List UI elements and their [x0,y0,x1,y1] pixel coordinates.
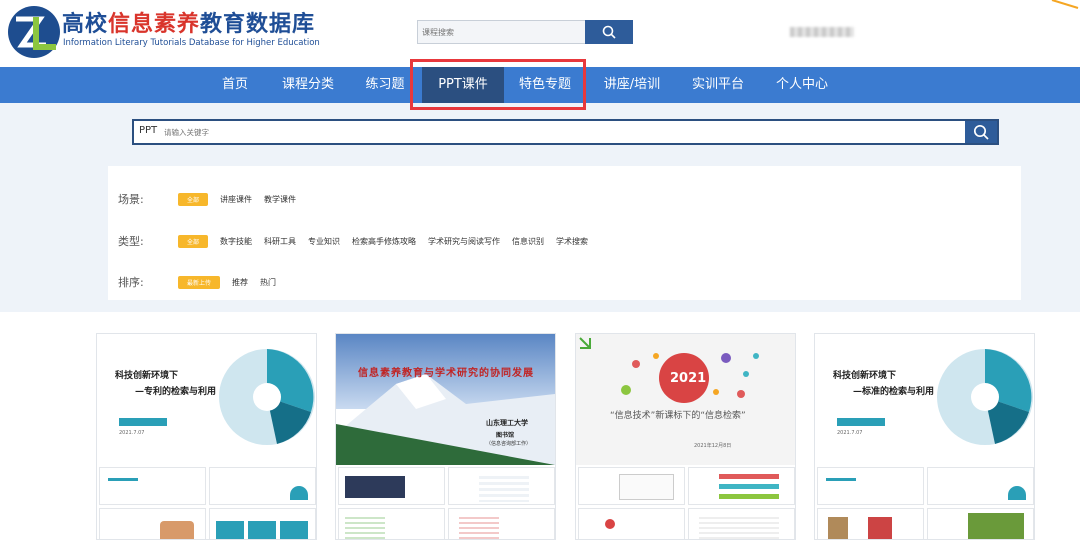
filter-label-type: 类型: [118,235,144,248]
card-cover: 科技创新环境下 —标准的检索与利用 2021.7.07 [815,334,1034,465]
filter-tag-type-info-identify[interactable]: 信息识别 [512,236,544,247]
pie-graphic [219,349,315,445]
ppt-card[interactable]: 2021 “信息技术”新课标下的“信息检索” 2021年12月8日 [575,333,796,540]
sort-tag-popular[interactable]: 热门 [260,277,276,288]
filter-tag-type-digital[interactable]: 数字技能 [220,236,252,247]
nav-item-special-topics[interactable]: 特色专题 [508,67,582,103]
card-thumb [209,508,316,539]
card-dept: 图书馆 [496,432,515,439]
nav-item-course-category[interactable]: 课程分类 [272,67,344,103]
main-search: PPT [132,119,999,145]
site-title-part1: 高校 [62,12,109,37]
nav-item-training-platform[interactable]: 实训平台 [684,67,752,103]
site-logo[interactable] [6,5,62,59]
card-thumb [578,508,685,539]
top-search [417,20,633,44]
filter-row-sort: 排序: 最新上传 推荐 热门 [118,274,288,290]
card-thumb [209,467,316,505]
site-subtitle: Information Literary Tutorials Database … [63,38,320,48]
card-thumb [817,467,924,505]
filter-tag-type-academic-search[interactable]: 学术搜索 [556,236,588,247]
card-title-line2: —专利的检索与利用 [135,387,217,397]
filter-label-scene: 场景: [118,193,144,206]
card-sub: （信息咨询部工作） [486,441,532,447]
card-thumb [688,467,795,505]
user-info-blurred[interactable] [790,27,854,37]
sort-tag-latest[interactable]: 最新上传 [178,275,221,289]
card-tag-bar [837,418,885,426]
nav-item-lectures[interactable]: 讲座/培训 [596,67,668,103]
filter-panel: 场景: 全部 讲座课件 教学课件 类型: 全部 数字技能 科研工具 专业知识 检… [108,166,1021,300]
main-nav: 首页 课程分类 练习题 PPT课件 特色专题 讲座/培训 实训平台 个人中心 [0,67,1080,103]
site-title: 高校信息素养教育数据库 [62,6,315,38]
filter-tag-type-all[interactable]: 全部 [178,234,209,248]
card-date: 2021.7.07 [837,430,863,436]
card-thumb [927,467,1034,505]
corner-arrow-icon [1051,0,1079,9]
filter-tag-type-research-writing[interactable]: 学术研究与阅读写作 [428,236,500,247]
site-title-part2: 信息素养 [108,12,201,37]
top-search-button[interactable] [585,20,633,44]
card-date: 2021.7.07 [119,430,145,436]
nav-item-ppt[interactable]: PPT课件 [422,67,504,103]
card-tag-bar [119,418,167,426]
filter-tag-scene-lecture[interactable]: 讲座课件 [220,194,252,205]
pie-graphic [937,349,1033,445]
card-cover: 信息素养教育与学术研究的协同发展 山东理工大学 图书馆 （信息咨询部工作） [336,334,555,465]
search-prefix: PPT [139,125,158,136]
card-title-line1: 科技创新环境下 [115,371,179,381]
card-thumb [578,467,685,505]
nav-item-home[interactable]: 首页 [211,67,259,103]
filter-tag-type-search-master[interactable]: 检索高手修炼攻略 [352,236,416,247]
nav-item-exercises[interactable]: 练习题 [357,67,413,103]
filter-tag-type-tools[interactable]: 科研工具 [264,236,296,247]
card-title-line1: 科技创新环境下 [833,371,897,381]
ppt-card[interactable]: 信息素养教育与学术研究的协同发展 山东理工大学 图书馆 （信息咨询部工作） [335,333,556,540]
site-header: 高校信息素养教育数据库 Information Literary Tutoria… [0,0,1080,67]
card-thumb [448,467,555,505]
nav-item-personal-center[interactable]: 个人中心 [768,67,836,103]
card-year: 2021 [670,371,707,386]
card-thumb [448,508,555,539]
card-thumb [99,467,206,505]
dots-graphic [579,337,759,403]
filter-tag-scene-teaching[interactable]: 教学课件 [264,194,296,205]
filter-row-type: 类型: 全部 数字技能 科研工具 专业知识 检索高手修炼攻略 学术研究与阅读写作… [118,233,600,249]
card-info: 2021年12月8日 [694,443,732,449]
card-thumb [927,508,1034,539]
mountain-graphic [336,374,555,465]
card-thumb [338,467,445,505]
card-title: “信息技术”新课标下的“信息检索” [610,411,746,421]
card-org: 山东理工大学 [486,419,528,427]
top-search-input[interactable] [417,20,585,44]
site-title-part3: 教育数据库 [200,12,316,37]
card-thumb [817,508,924,539]
search-icon [973,124,989,140]
ppt-card[interactable]: 科技创新环境下 —标准的检索与利用 2021.7.07 [814,333,1035,540]
card-cover: 2021 “信息技术”新课标下的“信息检索” 2021年12月8日 [576,334,795,465]
filter-row-scene: 场景: 全部 讲座课件 教学课件 [118,191,308,207]
filter-tag-type-professional[interactable]: 专业知识 [308,236,340,247]
filter-tag-scene-all[interactable]: 全部 [178,192,209,206]
card-thumb [338,508,445,539]
card-banner: 信息素养教育与学术研究的协同发展 [358,368,534,379]
card-cover: 科技创新环境下 —专利的检索与利用 2021.7.07 [97,334,316,465]
main-search-button[interactable] [965,121,997,143]
ppt-card[interactable]: 科技创新环境下 —专利的检索与利用 2021.7.07 [96,333,317,540]
search-icon [602,25,616,39]
card-thumb [99,508,206,539]
main-search-input[interactable] [164,124,954,140]
search-area: PPT [0,103,1080,163]
sort-tag-recommended[interactable]: 推荐 [232,277,248,288]
card-thumb [688,508,795,539]
card-title-line2: —标准的检索与利用 [853,387,935,397]
filter-label-sort: 排序: [118,276,144,289]
